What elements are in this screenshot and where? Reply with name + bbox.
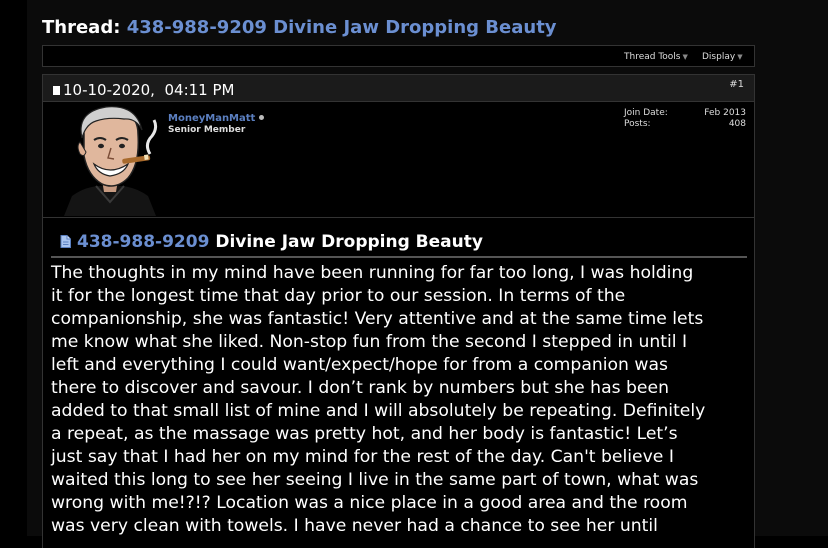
thread-tools-menu[interactable]: Thread Tools ▼ <box>624 52 688 62</box>
post-message-line: added to that small list of mine and I w… <box>51 401 706 421</box>
post-message-line: there to discover and savour. I don’t ra… <box>51 378 669 398</box>
post-header: 10-10-2020, 04:11 PM #1 <box>42 74 755 102</box>
post-message-line: was very clean with towels. I have never… <box>51 516 658 536</box>
post-date: 10-10-2020, 04:11 PM <box>53 81 234 99</box>
post-title-divider <box>51 256 747 258</box>
post-title-text: Divine Jaw Dropping Beauty <box>215 232 483 252</box>
thread-title-phone-link[interactable]: 438-988-9209 <box>127 17 267 38</box>
chevron-down-icon: ▼ <box>682 53 688 61</box>
post-time-text: 04:11 PM <box>164 81 235 99</box>
post-title-phone-link[interactable]: 438-988-9209 <box>77 232 209 252</box>
post-message-line: wrong with me!?!? Location was a nice pl… <box>51 493 688 513</box>
post-number-link[interactable]: #1 <box>729 79 744 90</box>
join-date-value: Feb 2013 <box>704 108 746 118</box>
document-icon <box>60 235 71 248</box>
post-message-line: left and everything I could want/expect/… <box>51 355 668 375</box>
post-message-line: just say that I had her on my mind for t… <box>51 447 674 467</box>
username-text: MoneyManMatt <box>168 113 256 124</box>
post-message-line: companionship, she was fantastic! Very a… <box>51 309 704 329</box>
posts-value: 408 <box>728 119 746 129</box>
online-status-icon <box>259 115 265 120</box>
thread-prefix: Thread: <box>42 17 121 38</box>
posts-label: Posts: <box>624 119 651 129</box>
post-status-icon <box>53 86 60 95</box>
username-link[interactable]: MoneyManMatt <box>168 113 265 124</box>
post-message-line: me know what she liked. Non-stop fun fro… <box>51 332 688 352</box>
post-message: The thoughts in my mind have been runnin… <box>51 262 751 538</box>
join-date-label: Join Date: <box>624 108 668 118</box>
thread-toolbar: Thread Tools ▼ Display ▼ <box>42 45 755 67</box>
thread-title-link[interactable]: Divine Jaw Dropping Beauty <box>273 17 556 38</box>
chevron-down-icon: ▼ <box>737 53 743 61</box>
post-body: 438-988-9209 Divine Jaw Dropping Beauty … <box>42 218 755 548</box>
post-date-text: 10-10-2020, <box>63 81 155 99</box>
post-message-line: waited this long to see her seeing I liv… <box>51 470 699 490</box>
left-margin <box>0 0 27 536</box>
user-title: Senior Member <box>168 125 246 135</box>
post-message-line: it for the longest time that day prior t… <box>51 286 626 306</box>
post-title: 438-988-9209 Divine Jaw Dropping Beauty <box>59 232 483 252</box>
post-message-line: a repeat, as the massage was pretty hot,… <box>51 424 678 444</box>
display-label: Display <box>702 52 736 62</box>
user-info-panel: MoneyManMatt Senior Member Join Date: Fe… <box>42 102 755 218</box>
thread-heading: Thread: 438-988-9209 Divine Jaw Dropping… <box>42 17 557 38</box>
display-menu[interactable]: Display ▼ <box>702 52 743 62</box>
avatar[interactable] <box>58 104 163 216</box>
post-message-line: The thoughts in my mind have been runnin… <box>51 263 694 283</box>
thread-tools-label: Thread Tools <box>624 52 681 62</box>
